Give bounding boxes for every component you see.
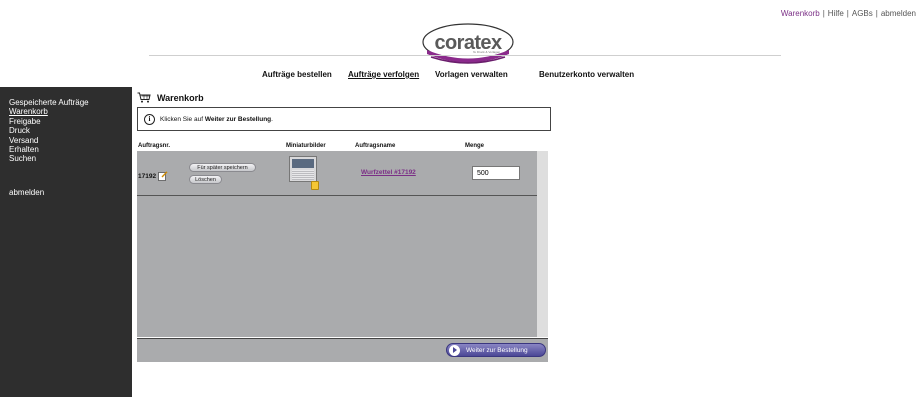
- sidebar-menu: Gespeicherte Aufträge Warenkorb Freigabe…: [0, 87, 132, 164]
- header-divider: [149, 55, 781, 56]
- sidebar-item-received[interactable]: Erhalten: [9, 145, 132, 154]
- nav-order-jobs[interactable]: Aufträge bestellen: [262, 70, 332, 79]
- table-scrollbar[interactable]: [537, 151, 548, 337]
- thumbnail-text-lines: [292, 170, 314, 180]
- coratex-logo[interactable]: coratex fix Druck & Vorlagen: [421, 23, 515, 65]
- nav-manage-templates[interactable]: Vorlagen verwalten: [435, 70, 508, 79]
- column-header-quantity: Menge: [465, 143, 485, 149]
- order-number: 17192: [138, 171, 168, 181]
- sidebar-item-search[interactable]: Suchen: [9, 154, 132, 163]
- column-header-job-name: Auftragsname: [355, 143, 396, 149]
- thumbnail-image: [292, 159, 314, 168]
- sidebar-item-saved-jobs[interactable]: Gespeicherte Aufträge: [9, 98, 132, 107]
- logo-tagline: fix Druck & Vorlagen: [473, 50, 501, 54]
- info-text-bold: Weiter zur Bestellung: [204, 115, 272, 123]
- sidebar-item-print[interactable]: Druck: [9, 126, 132, 135]
- column-header-thumbnails: Miniaturbilder: [286, 143, 326, 149]
- logout-link[interactable]: abmelden: [881, 9, 916, 18]
- terms-link[interactable]: AGBs: [852, 9, 873, 18]
- sidebar: Gespeicherte Aufträge Warenkorb Freigabe…: [0, 87, 132, 397]
- edit-icon[interactable]: [158, 171, 168, 181]
- continue-label: Weiter zur Bestellung: [466, 346, 528, 354]
- help-link[interactable]: Hilfe: [828, 9, 844, 18]
- continue-to-order-button[interactable]: Weiter zur Bestellung: [446, 343, 546, 357]
- info-text-suffix: .: [271, 115, 273, 123]
- quantity-input[interactable]: [472, 166, 520, 180]
- column-header-order-no: Auftragsnr.: [138, 143, 171, 149]
- nav-manage-account[interactable]: Benutzerkonto verwalten: [539, 70, 634, 79]
- info-text-prefix: Klicken Sie auf: [160, 115, 203, 123]
- delete-button[interactable]: Löschen: [189, 175, 222, 184]
- separator: |: [846, 9, 849, 18]
- info-message: i Klicken Sie auf Weiter zur Bestellung.: [137, 107, 551, 131]
- cart-link[interactable]: Warenkorb: [781, 9, 820, 18]
- separator: |: [875, 9, 878, 18]
- row-divider: [137, 195, 537, 196]
- sidebar-item-approval[interactable]: Freigabe: [9, 117, 132, 126]
- sidebar-item-cart[interactable]: Warenkorb: [9, 107, 132, 116]
- sidebar-item-shipping[interactable]: Versand: [9, 136, 132, 145]
- job-name-link[interactable]: Wurfzettel #17192: [361, 169, 416, 176]
- order-number-text: 17192: [138, 172, 157, 180]
- page-title-text: Warenkorb: [157, 92, 204, 103]
- page-title: Warenkorb: [137, 92, 204, 103]
- job-thumbnail[interactable]: [289, 156, 317, 182]
- top-utility-links: Warenkorb | Hilfe | AGBs | abmelden: [781, 9, 916, 18]
- sidebar-logout[interactable]: abmelden: [9, 188, 44, 197]
- info-icon: i: [144, 113, 155, 125]
- nav-track-jobs[interactable]: Aufträge verfolgen: [348, 70, 419, 79]
- thumbnail-badge-icon: [311, 181, 319, 190]
- arrow-right-icon: [449, 344, 460, 356]
- save-for-later-button[interactable]: Für später speichern: [189, 163, 256, 172]
- shopping-cart-icon: [137, 92, 151, 103]
- separator: |: [822, 9, 825, 18]
- logo-wordmark: coratex: [434, 32, 503, 54]
